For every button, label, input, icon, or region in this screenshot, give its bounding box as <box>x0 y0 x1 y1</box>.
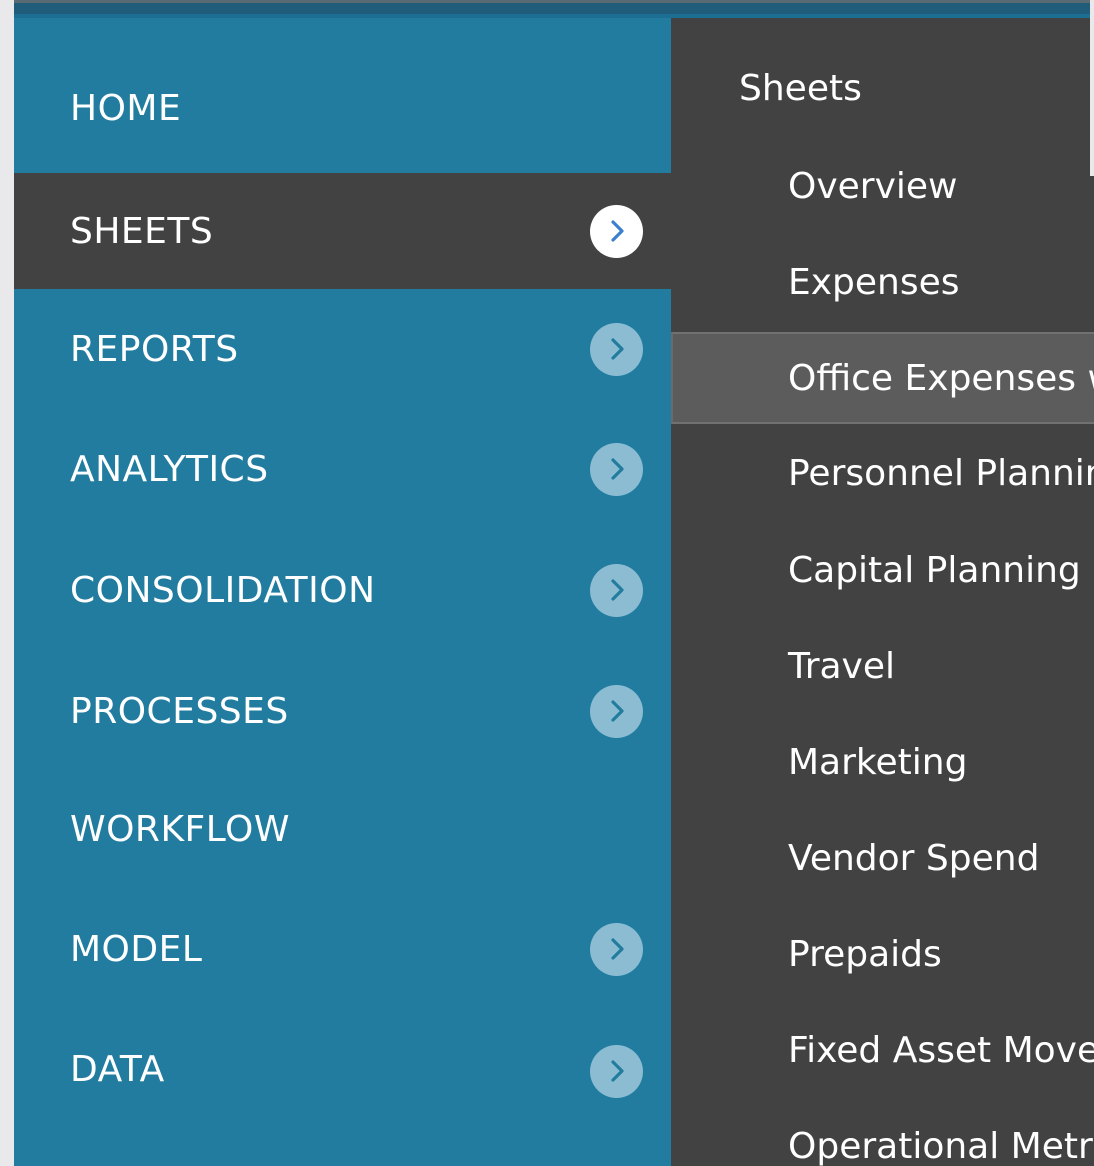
submenu-item-label: Expenses <box>788 261 960 303</box>
nav-item-sheets[interactable]: SHEETS <box>14 173 671 289</box>
nav-item-workflow[interactable]: WORKFLOW <box>14 769 671 889</box>
navigation-panel: HOME SHEETS REPORTS ANALYTICS CONSOLIDAT… <box>14 0 1094 1166</box>
chevron-right-icon[interactable] <box>590 563 643 617</box>
nav-item-consolidation[interactable]: CONSOLIDATION <box>14 530 671 650</box>
chevron-right-icon[interactable] <box>590 922 643 976</box>
submenu-item-overview[interactable]: Overview <box>671 140 1094 232</box>
submenu-item-expenses[interactable]: Expenses <box>671 236 1094 328</box>
nav-item-analytics[interactable]: ANALYTICS <box>14 409 671 529</box>
submenu-item-vendor-spend[interactable]: Vendor Spend <box>671 812 1094 904</box>
submenu-item-label: Marketing <box>788 741 968 783</box>
nav-item-reports[interactable]: REPORTS <box>14 289 671 409</box>
submenu-panel: Sheets Overview Expenses Office Expenses… <box>671 18 1094 1166</box>
submenu-item-capital-planning[interactable]: Capital Planning <box>671 524 1094 616</box>
submenu-item-marketing[interactable]: Marketing <box>671 716 1094 808</box>
submenu-item-prepaids[interactable]: Prepaids <box>671 908 1094 1000</box>
submenu-item-fixed-asset-movement[interactable]: Fixed Asset Mover <box>671 1004 1094 1096</box>
nav-item-label: HOME <box>70 88 182 129</box>
nav-item-model[interactable]: MODEL <box>14 889 671 1009</box>
nav-item-label: WORKFLOW <box>70 808 290 850</box>
chevron-right-icon[interactable] <box>590 322 643 376</box>
nav-item-label: ANALYTICS <box>70 448 269 490</box>
chevron-right-icon[interactable] <box>590 684 643 738</box>
nav-item-label: PROCESSES <box>70 690 289 732</box>
nav-item-label: DATA <box>70 1048 165 1090</box>
nav-item-label: SHEETS <box>70 210 214 252</box>
top-bar <box>14 0 1090 18</box>
submenu-item-label: Fixed Asset Mover <box>788 1029 1094 1071</box>
submenu-item-label: Capital Planning <box>788 549 1081 591</box>
chevron-right-icon[interactable] <box>590 442 643 496</box>
submenu-item-label: Office Expenses w <box>788 357 1094 399</box>
submenu-item-label: Personnel Plannin <box>788 452 1094 494</box>
submenu-item-operational-metrics[interactable]: Operational Metri <box>671 1100 1094 1166</box>
nav-item-label: REPORTS <box>70 328 239 370</box>
nav-item-home[interactable]: HOME <box>14 18 671 173</box>
nav-item-data[interactable]: DATA <box>14 1009 671 1129</box>
window-edge <box>1090 0 1094 176</box>
submenu-item-label: Operational Metri <box>788 1125 1094 1166</box>
main-nav: HOME SHEETS REPORTS ANALYTICS CONSOLIDAT… <box>14 18 671 1166</box>
submenu-item-label: Travel <box>788 645 896 687</box>
nav-item-processes[interactable]: PROCESSES <box>14 651 671 771</box>
chevron-right-icon[interactable] <box>590 1044 643 1098</box>
submenu-item-label: Overview <box>788 165 958 207</box>
nav-item-label: CONSOLIDATION <box>70 569 376 611</box>
nav-item-label: MODEL <box>70 928 203 970</box>
submenu-item-personnel-planning[interactable]: Personnel Plannin <box>671 427 1094 519</box>
chevron-right-icon[interactable] <box>590 204 643 258</box>
submenu-item-travel[interactable]: Travel <box>671 620 1094 712</box>
submenu-item-label: Vendor Spend <box>788 837 1040 879</box>
submenu-item-office-expenses[interactable]: Office Expenses w <box>671 332 1094 424</box>
submenu-title: Sheets <box>739 68 862 109</box>
submenu-item-label: Prepaids <box>788 933 942 975</box>
